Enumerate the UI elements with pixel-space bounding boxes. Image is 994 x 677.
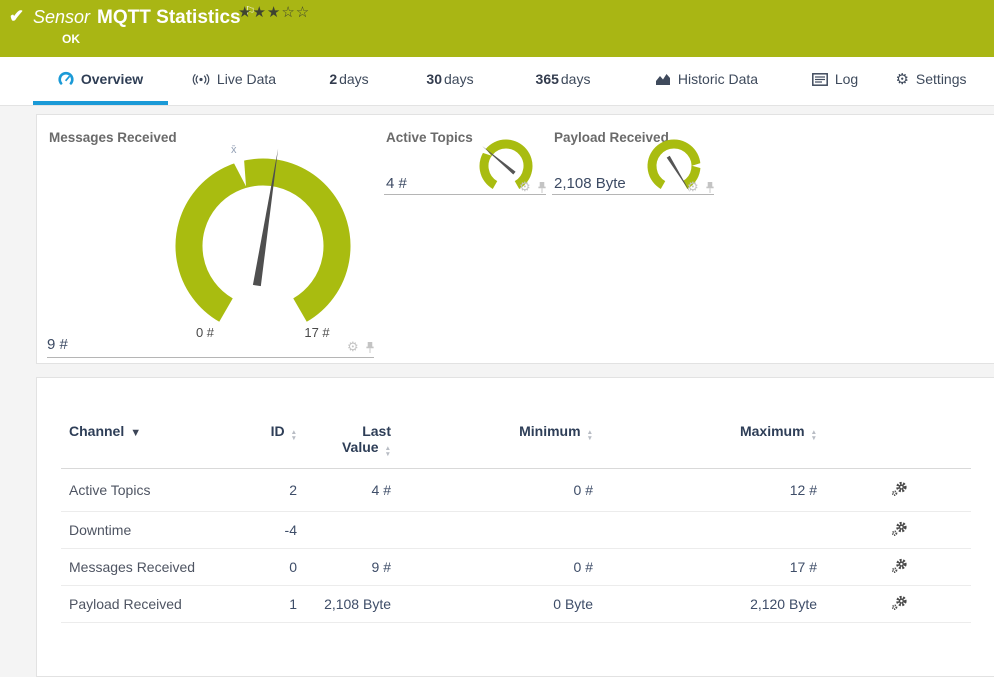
- status-check-icon: ✔: [9, 6, 25, 26]
- channel-name: Active Topics: [69, 482, 151, 498]
- cell-maximum: 17 #: [789, 559, 817, 575]
- tab-number: 30: [426, 71, 442, 87]
- gauge-current-value: 2,108 Byte: [554, 175, 626, 192]
- table-row-payload-received: Payload Received 1 2,108 Byte 0 Byte 2,1…: [37, 586, 994, 622]
- sort-arrows-icon: ▲ ▼: [810, 429, 817, 442]
- status-badge: OK: [62, 32, 80, 46]
- broadcast-icon: [192, 73, 210, 85]
- tab-log[interactable]: Log: [789, 57, 881, 105]
- column-header-maximum[interactable]: Maximum ▲ ▼: [593, 423, 817, 441]
- channel-name: Downtime: [69, 522, 132, 538]
- tab-number: 365: [535, 71, 559, 87]
- gauge-divider: [552, 194, 714, 195]
- cell-minimum: 0 #: [573, 559, 593, 575]
- cell-id: 2: [289, 482, 297, 498]
- channel-name: Payload Received: [69, 596, 182, 612]
- sort-arrows-icon: ▲ ▼: [384, 445, 391, 458]
- column-header-minimum[interactable]: Minimum ▲ ▼: [391, 423, 593, 441]
- pin-icon[interactable]: [705, 181, 715, 194]
- area-chart-icon: [655, 74, 670, 85]
- page-title: MQTT Statistics: [97, 7, 241, 28]
- tab-label: Log: [834, 71, 859, 87]
- tab-overview[interactable]: Overview: [33, 57, 168, 105]
- gauge-tools: ⚙: [347, 339, 375, 355]
- gauge-current-value: 4 #: [386, 175, 407, 192]
- tab-bar: Overview Live Data 2 days 30 days 365 days …: [0, 57, 994, 106]
- tab-historic-data[interactable]: Historic Data: [624, 57, 789, 105]
- channel-settings-icon[interactable]: [891, 558, 908, 577]
- pin-icon[interactable]: [365, 341, 375, 354]
- tab-label: days: [444, 71, 474, 87]
- cell-minimum: 0 #: [573, 482, 593, 498]
- gear-icon[interactable]: ⚙: [687, 179, 699, 195]
- cell-last-value: 9 #: [371, 559, 391, 575]
- object-kind-label: Sensor: [33, 7, 91, 27]
- table-row-downtime: Downtime -4: [37, 512, 994, 548]
- channel-settings-icon[interactable]: [891, 521, 908, 540]
- star-empty-icons[interactable]: ☆☆: [281, 4, 310, 21]
- gauge-min-label: 0 #: [195, 325, 215, 340]
- gauge-current-value: 9 #: [47, 336, 68, 353]
- gauges-panel: Messages Received x̄ 0 # 17 # 9 # ⚙ Acti…: [36, 114, 994, 364]
- pin-icon[interactable]: [537, 181, 547, 194]
- star-filled-icons[interactable]: ★★★: [238, 4, 281, 21]
- tab-label: Historic Data: [677, 71, 759, 87]
- sensor-status-header: ✔ Sensor MQTT Statistics ⚐ ★★★☆☆ OK: [0, 0, 994, 57]
- cell-id: 0: [289, 559, 297, 575]
- priority-stars[interactable]: ★★★☆☆: [238, 3, 310, 21]
- average-marker-label: x̄: [231, 144, 237, 156]
- tab-2-days[interactable]: 2 days: [300, 57, 398, 105]
- gauge-title-messages-received: Messages Received: [49, 130, 177, 145]
- gauge-divider: [384, 194, 546, 195]
- tab-label: days: [339, 71, 369, 87]
- table-header-row: Channel ▼ ID ▲ ▼ Last Value ▲ ▼ Minimum ▲ ▼ Max…: [37, 378, 994, 468]
- channel-table-panel: Channel ▼ ID ▲ ▼ Last Value ▲ ▼ Minimum ▲ ▼ Max…: [36, 377, 994, 677]
- tab-365-days[interactable]: 365 days: [502, 57, 624, 105]
- sensor-title-line: Sensor MQTT Statistics ⚐: [33, 4, 255, 29]
- table-row-active-topics: Active Topics 2 4 # 0 # 12 #: [37, 469, 994, 511]
- column-header-id[interactable]: ID ▲ ▼: [227, 423, 297, 441]
- cell-id: -4: [284, 522, 297, 538]
- cell-last-value: 2,108 Byte: [324, 596, 391, 612]
- cell-maximum: 2,120 Byte: [750, 596, 817, 612]
- cell-minimum: 0 Byte: [553, 596, 593, 612]
- gear-icon[interactable]: ⚙: [519, 179, 531, 195]
- gauge-tools: ⚙: [687, 179, 715, 195]
- sort-caret-icon: ▼: [130, 427, 142, 439]
- tab-label: Live Data: [216, 71, 277, 87]
- gauge-max-label: 17 #: [304, 325, 330, 340]
- log-icon: [811, 72, 828, 86]
- gauge-divider: [47, 357, 374, 358]
- cell-id: 1: [289, 596, 297, 612]
- channel-settings-icon[interactable]: [891, 595, 908, 614]
- channel-name: Messages Received: [69, 559, 196, 575]
- column-header-channel[interactable]: Channel ▼: [69, 423, 227, 441]
- cell-maximum: 12 #: [789, 482, 817, 498]
- tab-label: Settings: [915, 71, 967, 87]
- row-divider: [61, 622, 971, 623]
- tab-number: 2: [329, 71, 338, 87]
- gauge-title-active-topics: Active Topics: [386, 130, 473, 145]
- channel-settings-icon[interactable]: [891, 481, 908, 500]
- tab-live-data[interactable]: Live Data: [168, 57, 300, 105]
- tab-30-days[interactable]: 30 days: [398, 57, 502, 105]
- sensor-overview-page: ✔ Sensor MQTT Statistics ⚐ ★★★☆☆ OK Overvi…: [0, 0, 994, 677]
- tab-settings[interactable]: ⚙ Settings: [881, 57, 981, 105]
- gauge-tools: ⚙: [519, 179, 547, 195]
- gear-icon: ⚙: [895, 71, 909, 88]
- gauge-icon: [58, 71, 74, 85]
- tab-label: days: [560, 71, 591, 87]
- tab-label: Overview: [80, 71, 144, 87]
- gear-icon[interactable]: ⚙: [347, 339, 359, 355]
- column-header-last-value[interactable]: Last Value ▲ ▼: [297, 423, 391, 457]
- cell-last-value: 4 #: [371, 482, 391, 498]
- table-row-messages-received: Messages Received 0 9 # 0 # 17 #: [37, 549, 994, 585]
